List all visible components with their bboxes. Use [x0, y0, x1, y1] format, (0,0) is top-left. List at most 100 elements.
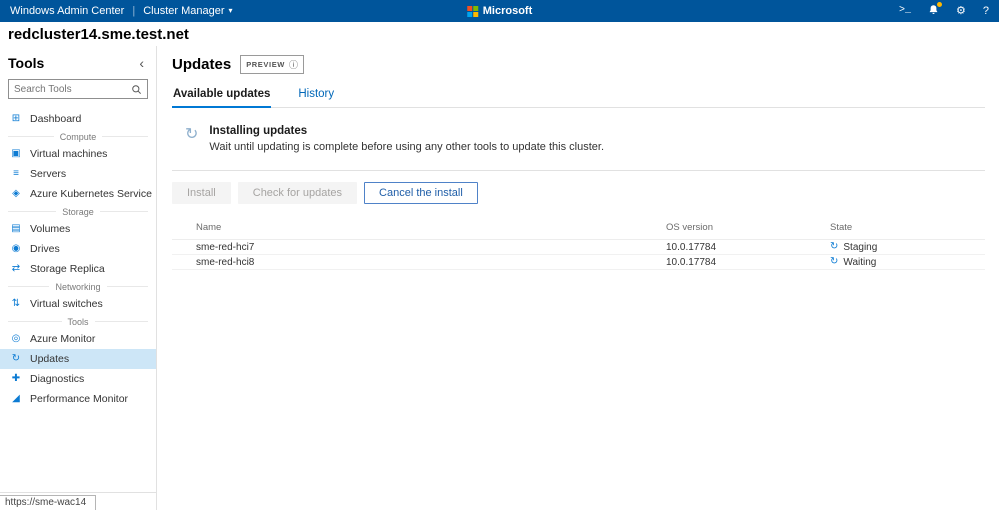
microsoft-logo-icon	[466, 5, 478, 17]
sidebar-item-label: Drives	[30, 243, 60, 255]
preview-badge-label: PREVIEW	[246, 60, 285, 69]
check-for-updates-button[interactable]: Check for updates	[237, 182, 358, 204]
sidebar-item-drives[interactable]: ◉ Drives	[0, 239, 156, 259]
sidebar-item-label: Servers	[30, 168, 67, 180]
column-header-os-version[interactable]: OS version	[666, 222, 830, 233]
virtual-machines-icon: ▣	[11, 148, 21, 159]
nodes-update-table: Name OS version State sme-red-hci7 10.0.…	[172, 219, 985, 270]
updates-tabs: Available updates History	[172, 85, 985, 108]
info-icon[interactable]: ⓘ	[289, 58, 298, 71]
solution-name: Cluster Manager	[143, 5, 225, 17]
sidebar-item-performance-monitor[interactable]: ◢ Performance Monitor	[0, 389, 156, 409]
section-label: Storage	[62, 206, 94, 217]
cancel-install-button[interactable]: Cancel the install	[364, 182, 478, 204]
brand-name: Microsoft	[482, 5, 533, 17]
search-input[interactable]	[9, 83, 131, 95]
sidebar-item-label: Diagnostics	[30, 373, 85, 385]
volumes-icon: ▤	[11, 223, 21, 234]
sidebar-item-label: Updates	[30, 353, 70, 365]
sidebar-item-virtual-switches[interactable]: ⇅ Virtual switches	[0, 294, 156, 314]
sidebar-collapse-icon[interactable]: ‹	[139, 56, 144, 70]
column-header-name[interactable]: Name	[196, 222, 666, 233]
install-button[interactable]: Install	[172, 182, 231, 204]
settings-gear-icon[interactable]: ⚙	[956, 5, 966, 17]
notice-title: Installing updates	[209, 125, 308, 137]
virtual-switches-icon: ⇅	[11, 298, 21, 309]
microsoft-brand: Microsoft	[466, 5, 533, 17]
node-os-version: 10.0.17784	[666, 256, 717, 268]
tools-sidebar: Tools ‹ ⊞ Dashboard Compute ▣ Virtual ma…	[0, 46, 157, 510]
node-os-version: 10.0.17784	[666, 241, 717, 253]
kubernetes-icon: ◈	[12, 188, 20, 199]
section-label: Networking	[55, 281, 101, 292]
performance-monitor-icon: ◢	[12, 393, 20, 404]
node-name: sme-red-hci8	[196, 256, 255, 268]
top-app-bar: Windows Admin Center | Cluster Manager ▾…	[0, 0, 999, 22]
topbar-left: Windows Admin Center | Cluster Manager ▾	[10, 5, 233, 17]
sidebar-item-label: Virtual switches	[30, 298, 103, 310]
sidebar-section-networking: Networking	[0, 279, 156, 294]
solution-switcher[interactable]: Cluster Manager ▾	[143, 5, 232, 17]
sidebar-item-dashboard[interactable]: ⊞ Dashboard	[0, 109, 156, 129]
sidebar-item-label: Azure Kubernetes Service	[30, 188, 152, 200]
table-header: Name OS version State	[172, 219, 985, 240]
cluster-name-heading: redcluster14.sme.test.net	[8, 26, 189, 43]
section-divider	[172, 170, 985, 171]
search-icon	[131, 84, 142, 95]
dashboard-icon: ⊞	[11, 113, 21, 124]
sidebar-item-servers[interactable]: ≡ Servers	[0, 164, 156, 184]
sidebar-item-volumes[interactable]: ▤ Volumes	[0, 219, 156, 239]
table-row[interactable]: sme-red-hci8 10.0.17784 ↻ Waiting	[172, 255, 985, 270]
storage-replica-icon: ⇄	[11, 263, 21, 274]
chevron-down-icon: ▾	[228, 6, 233, 15]
sync-icon: ↻	[830, 241, 839, 252]
sidebar-item-label: Volumes	[30, 223, 71, 235]
tab-history[interactable]: History	[297, 85, 335, 107]
section-label: Tools	[67, 316, 89, 327]
sidebar-section-storage: Storage	[0, 204, 156, 219]
column-header-state[interactable]: State	[830, 222, 985, 233]
sidebar-item-label: Storage Replica	[30, 263, 105, 275]
sidebar-section-compute: Compute	[0, 129, 156, 144]
installing-updates-notice: ↻ Installing updates Wait until updating…	[185, 125, 985, 153]
notifications-bell-icon[interactable]	[928, 1, 942, 19]
sidebar-item-label: Dashboard	[30, 113, 82, 125]
topbar-actions: >_ ⚙ ?	[899, 1, 989, 19]
notification-badge	[937, 1, 942, 7]
sidebar-item-virtual-machines[interactable]: ▣ Virtual machines	[0, 144, 156, 164]
node-state: ↻ Waiting	[830, 257, 985, 268]
section-label: Compute	[59, 131, 97, 142]
powershell-console-icon[interactable]: >_	[899, 6, 911, 16]
sidebar-item-azure-kubernetes-service[interactable]: ◈ Azure Kubernetes Service	[0, 184, 156, 204]
table-row[interactable]: sme-red-hci7 10.0.17784 ↻ Staging	[172, 240, 985, 255]
topbar-separator: |	[132, 5, 136, 17]
spinner-icon: ↻	[185, 126, 199, 143]
sidebar-item-label: Performance Monitor	[30, 393, 129, 405]
page-title: Updates	[172, 56, 232, 73]
drives-icon: ◉	[11, 243, 21, 254]
node-name: sme-red-hci7	[196, 241, 255, 253]
sidebar-item-azure-monitor[interactable]: ◎ Azure Monitor	[0, 329, 156, 349]
azure-monitor-icon: ◎	[11, 333, 21, 344]
state-label: Waiting	[843, 256, 877, 268]
sidebar-item-updates[interactable]: ↻ Updates	[0, 349, 156, 369]
update-actions-toolbar: Install Check for updates Cancel the ins…	[172, 182, 985, 204]
updates-icon: ↻	[11, 353, 21, 364]
sidebar-section-tools: Tools	[0, 314, 156, 329]
sidebar-item-label: Virtual machines	[30, 148, 108, 160]
tab-available-updates[interactable]: Available updates	[172, 85, 272, 108]
sidebar-item-label: Azure Monitor	[30, 333, 96, 345]
preview-badge: PREVIEW ⓘ	[240, 55, 304, 74]
link-status-tooltip: https://sme-wac14	[0, 495, 97, 510]
tools-heading: Tools	[8, 55, 45, 71]
diagnostics-icon: ✚	[11, 373, 21, 384]
sync-icon: ↻	[830, 256, 839, 267]
sidebar-item-diagnostics[interactable]: ✚ Diagnostics	[0, 369, 156, 389]
help-icon[interactable]: ?	[983, 5, 989, 17]
tools-search	[8, 79, 148, 99]
updates-main-panel: Updates PREVIEW ⓘ Available updates Hist…	[157, 46, 999, 510]
node-state: ↻ Staging	[830, 242, 985, 253]
servers-icon: ≡	[13, 168, 19, 179]
sidebar-item-storage-replica[interactable]: ⇄ Storage Replica	[0, 259, 156, 279]
app-title[interactable]: Windows Admin Center	[10, 5, 124, 17]
